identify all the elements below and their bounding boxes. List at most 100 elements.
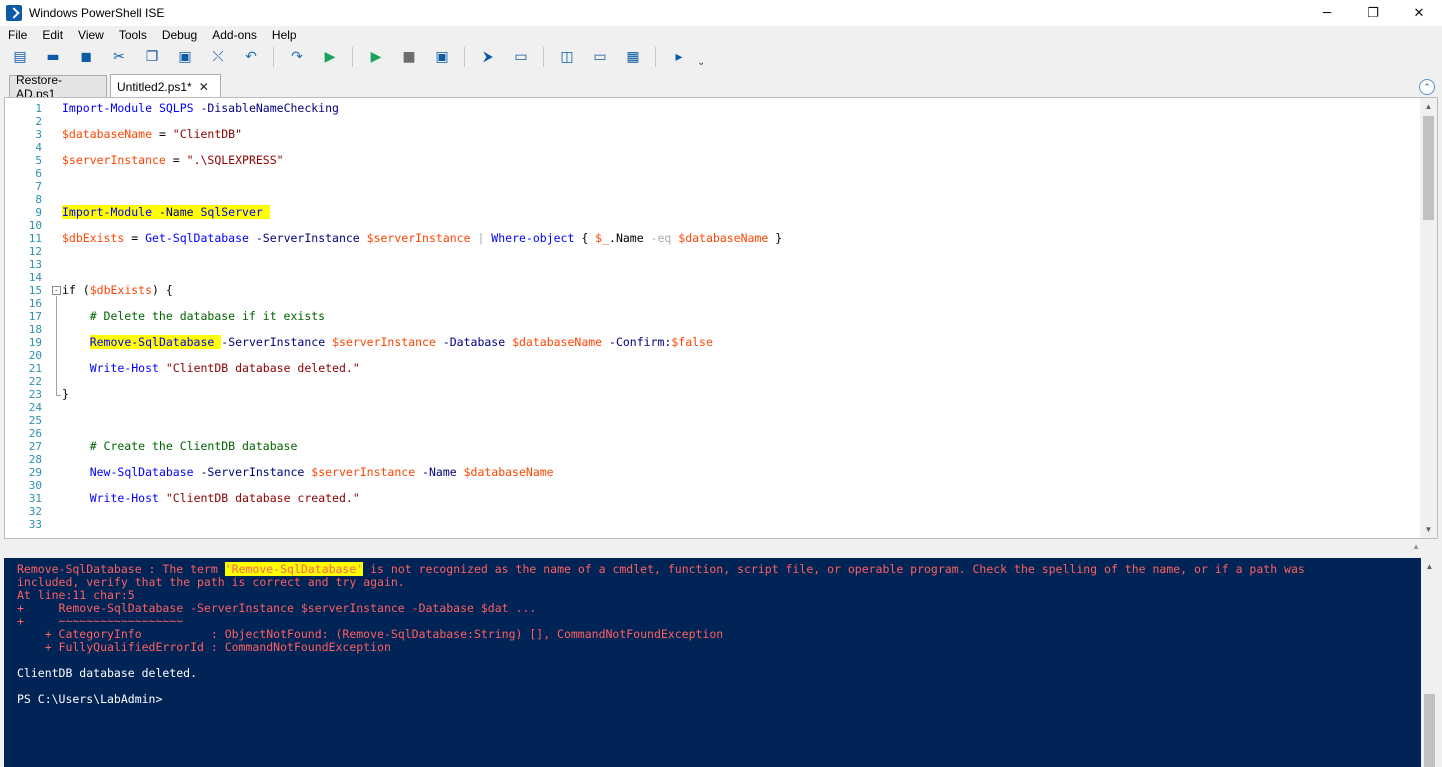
- code-token: =: [165, 153, 187, 167]
- menu-add-ons[interactable]: Add-ons: [204, 28, 264, 42]
- menu-debug[interactable]: Debug: [154, 28, 204, 42]
- close-button[interactable]: ✕: [1396, 0, 1442, 26]
- console-output: Remove-SqlDatabase : The term 'Remove-Sq…: [17, 562, 1305, 706]
- script-editor[interactable]: 1 2 3 4 5 6 7 8 9 10 11 12 13 14 15 16 17 18 19 20 21 22 23 24 2…: [4, 97, 1438, 539]
- open-folder-icon[interactable]: ▬: [42, 46, 64, 68]
- code-line: $serverInstance = ".\SQLEXPRESS": [62, 154, 782, 167]
- line-number: 28: [28, 453, 42, 466]
- console-line: + Remove-SqlDatabase -ServerInstance $se…: [17, 602, 1305, 615]
- line-number: 6: [35, 167, 42, 180]
- fold-guide-end: [56, 395, 61, 396]
- code-token: }: [62, 387, 69, 401]
- code-line: # Delete the database if it exists: [62, 310, 782, 323]
- code-token: [262, 205, 270, 219]
- editor-vertical-scrollbar[interactable]: ▲ ▼: [1420, 98, 1437, 538]
- code-token: $false: [671, 335, 713, 349]
- line-number: 9: [35, 206, 42, 219]
- window-title: Windows PowerShell ISE: [29, 6, 165, 20]
- code-token: Get-SqlDatabase: [145, 231, 249, 245]
- code-token: }: [768, 231, 783, 245]
- close-tab-icon[interactable]: ✕: [199, 80, 209, 94]
- toolbar-separator: [655, 47, 656, 67]
- show-script-pane-right-icon[interactable]: ◫: [556, 46, 578, 68]
- clear-console-icon[interactable]: ⤬: [207, 46, 229, 68]
- menu-tools[interactable]: Tools: [111, 28, 154, 42]
- code-token: $_: [595, 231, 610, 245]
- paste-icon[interactable]: ▣: [174, 46, 196, 68]
- scrollbar-thumb[interactable]: [1423, 116, 1434, 220]
- undo-icon[interactable]: ↶: [240, 46, 262, 68]
- line-number: 12: [28, 245, 42, 258]
- code-line: Remove-SqlDatabase -ServerInstance $serv…: [62, 335, 782, 349]
- code-token: ".\SQLEXPRESS": [186, 153, 284, 167]
- console-token: Remove-SqlDatabase : The term: [17, 562, 225, 576]
- console-scroll-up-icon[interactable]: ▲: [1421, 558, 1438, 575]
- code-token: Write-Host: [89, 361, 159, 375]
- line-number: 30: [28, 479, 42, 492]
- fold-guide-line: [56, 296, 57, 395]
- line-number: 10: [28, 219, 42, 232]
- console-vertical-scrollbar[interactable]: ▲: [1421, 558, 1438, 767]
- scroll-up-icon[interactable]: ▲: [1420, 98, 1437, 115]
- collapse-script-pane-icon[interactable]: ⌃: [1419, 79, 1435, 95]
- pane-splitter[interactable]: ▲: [4, 539, 1438, 556]
- show-command-addon-icon[interactable]: ▸: [668, 46, 690, 68]
- run-script-icon[interactable]: ▶: [319, 46, 341, 68]
- line-number: 21: [28, 362, 42, 375]
- new-file-icon[interactable]: ▤: [9, 46, 31, 68]
- console-pane[interactable]: Remove-SqlDatabase : The term 'Remove-Sq…: [4, 558, 1438, 767]
- redo-icon[interactable]: ↷: [286, 46, 308, 68]
- menu-file[interactable]: File: [0, 28, 34, 42]
- console-line: [17, 680, 1305, 693]
- line-number: 3: [35, 128, 42, 141]
- code-line: if ($dbExists) {: [62, 284, 782, 297]
- line-number: 15: [28, 284, 42, 297]
- run-selection-icon[interactable]: ▶: [365, 46, 387, 68]
- code-token: -Confirm:: [602, 335, 672, 349]
- menu-view[interactable]: View: [70, 28, 111, 42]
- line-number: 8: [35, 193, 42, 206]
- code-token: $databaseName: [62, 127, 153, 141]
- toolbar-separator: [352, 47, 353, 67]
- code-line: Import-Module -Name SqlServer: [62, 205, 782, 219]
- tab-untitled2[interactable]: Untitled2.ps1* ✕: [110, 74, 221, 98]
- stop-icon[interactable]: ■: [398, 46, 420, 68]
- show-script-pane-top-icon[interactable]: ▭: [510, 46, 532, 68]
- toolbar-overflow-icon[interactable]: ⌄: [697, 57, 705, 68]
- menu-help[interactable]: Help: [264, 28, 304, 42]
- console-scrollbar-thumb[interactable]: [1424, 694, 1435, 767]
- code-line: New-SqlDatabase -ServerInstance $serverI…: [62, 466, 782, 479]
- code-area[interactable]: Import-Module SQLPS -DisableNameChecking…: [62, 102, 782, 531]
- splitter-up-icon[interactable]: ▲: [1412, 542, 1420, 551]
- window-controls: ─ ❐ ✕: [1304, 0, 1442, 26]
- title-bar: Windows PowerShell ISE ─ ❐ ✕: [0, 0, 1442, 26]
- remote-powershell-icon[interactable]: ▣: [431, 46, 453, 68]
- scroll-down-icon[interactable]: ▼: [1420, 521, 1437, 538]
- menu-edit[interactable]: Edit: [34, 28, 70, 42]
- copy-icon[interactable]: ❐: [141, 46, 163, 68]
- save-icon[interactable]: ◼: [75, 46, 97, 68]
- start-powershell-icon[interactable]: ⮞: [477, 46, 499, 68]
- maximize-button[interactable]: ❐: [1350, 0, 1396, 26]
- toolbar-separator: [273, 47, 274, 67]
- show-script-pane-max-icon[interactable]: ▭: [589, 46, 611, 68]
- minimize-button[interactable]: ─: [1304, 0, 1350, 26]
- code-token: Remove-SqlDatabase: [89, 335, 215, 349]
- fold-toggle-icon[interactable]: -: [52, 286, 61, 295]
- code-token: if: [62, 283, 76, 297]
- tab-restore-ad[interactable]: Restore-AD.ps1: [9, 73, 107, 101]
- line-number: 11: [28, 232, 42, 245]
- line-number: 5: [35, 154, 42, 167]
- code-token: -Database: [435, 335, 506, 349]
- code-token: Where-object: [491, 231, 575, 245]
- console-token: At line:11 char:5: [17, 588, 135, 602]
- show-command-window-icon[interactable]: ▦: [622, 46, 644, 68]
- cut-icon[interactable]: ✂: [108, 46, 130, 68]
- line-number: 31: [28, 492, 42, 505]
- code-token: $serverInstance: [62, 153, 166, 167]
